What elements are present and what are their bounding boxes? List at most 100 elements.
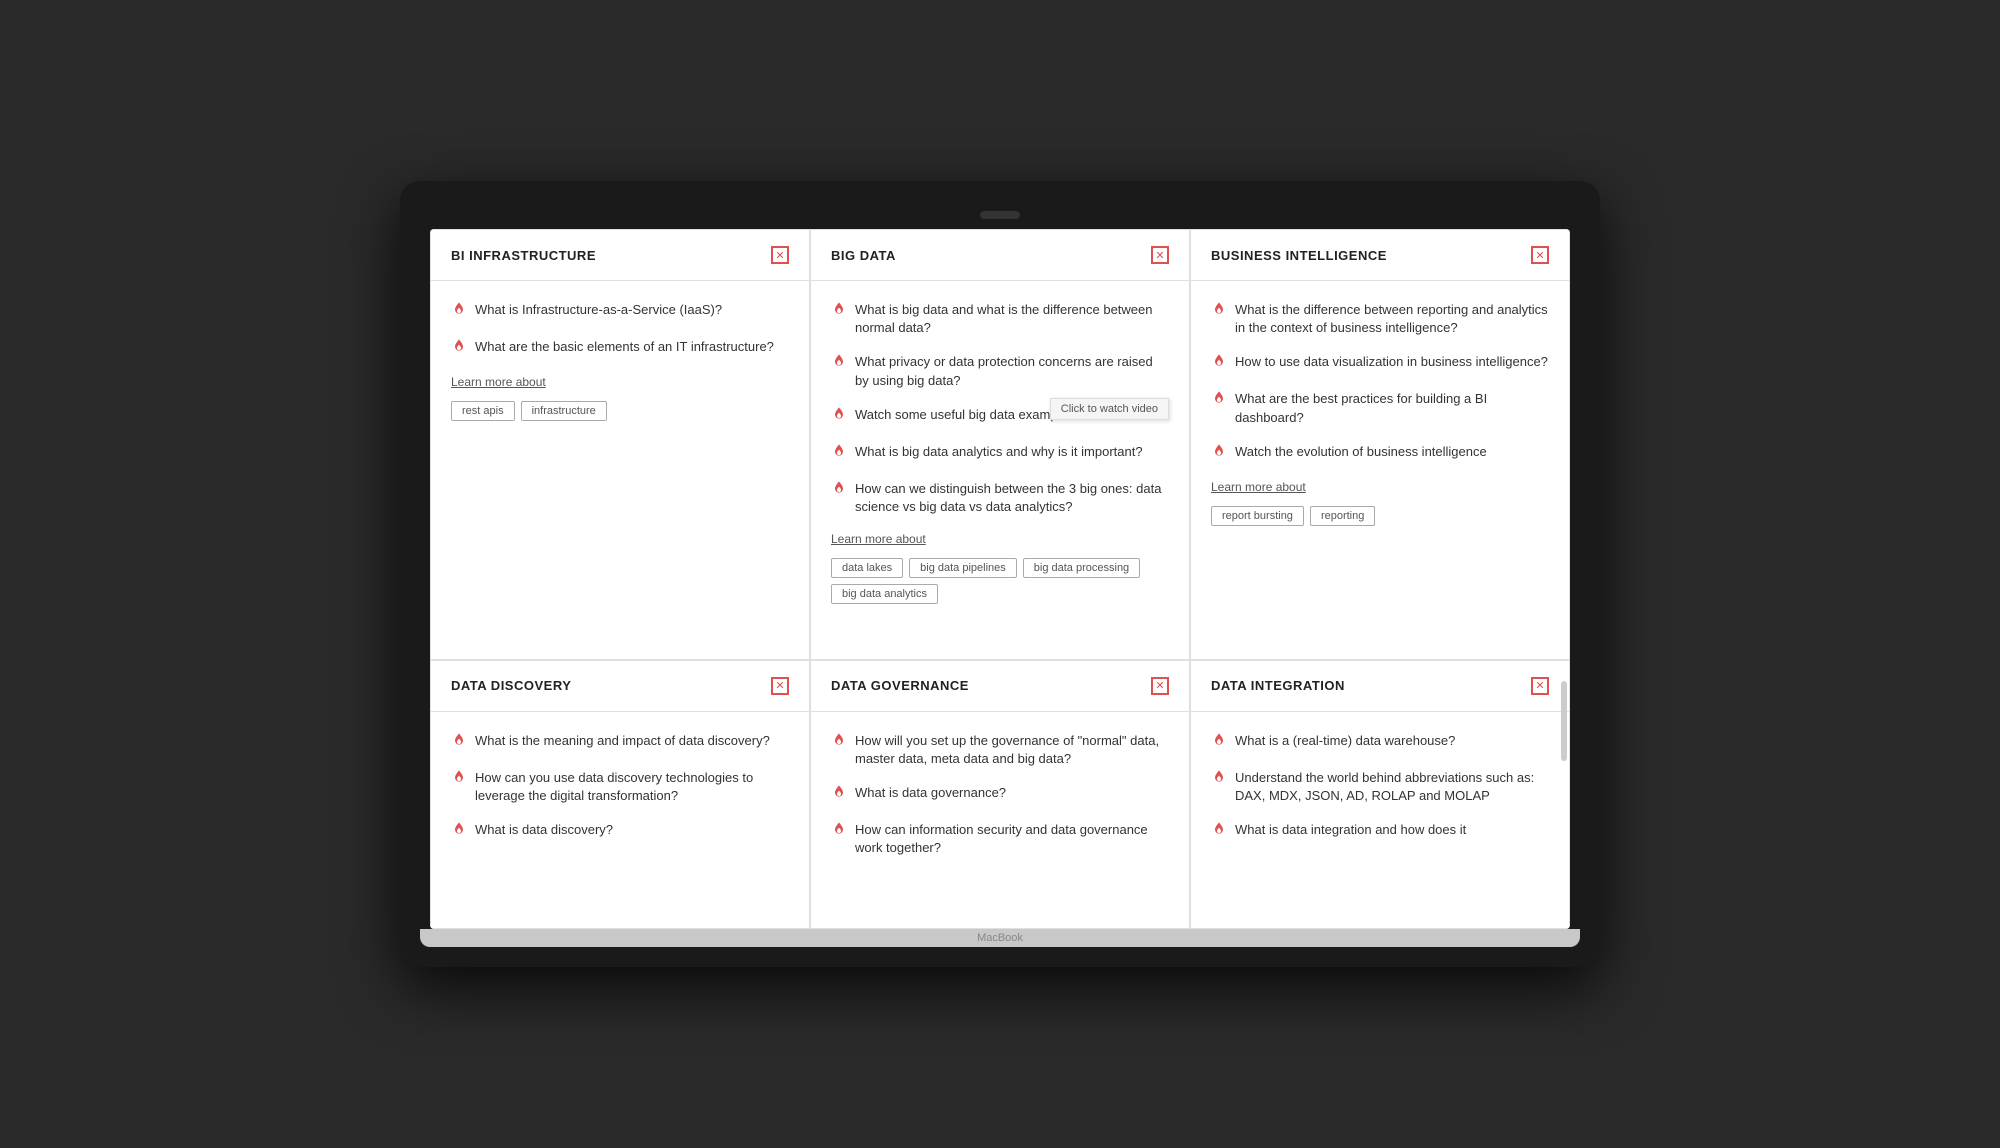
learn-more-link[interactable]: Learn more about [831,532,1169,546]
close-button-bi-infrastructure[interactable]: ✕ [771,246,789,264]
question-item[interactable]: How can you use data discovery technolog… [451,769,789,805]
panel-title-data-discovery: DATA DISCOVERY [451,678,571,693]
question-text: How to use data visualization in busines… [1235,353,1548,371]
fire-icon [1211,443,1227,464]
panel-data-governance: DATA GOVERNANCE ✕ How will you set up the… [810,660,1190,929]
fire-icon [1211,732,1227,753]
question-item[interactable]: What is data governance? [831,784,1169,805]
fire-icon [1211,821,1227,842]
tag[interactable]: infrastructure [521,401,607,421]
panel-title-bi-infrastructure: BI INFRASTRUCTURE [451,248,596,263]
fire-icon [1211,769,1227,790]
question-text: How will you set up the governance of "n… [855,732,1169,768]
panel-bi-infrastructure: BI INFRASTRUCTURE ✕ What is Infrastructur… [430,229,810,660]
panel-body-data-integration: What is a (real-time) data warehouse? Un… [1191,712,1569,928]
laptop-notch [980,211,1020,219]
panel-header-data-integration: DATA INTEGRATION ✕ [1191,661,1569,712]
panel-body-business-intelligence: What is the difference between reporting… [1191,281,1569,659]
fire-icon [831,480,847,501]
question-text: What privacy or data protection concerns… [855,353,1169,389]
question-text: What is data integration and how does it [1235,821,1466,839]
question-item[interactable]: Watch the evolution of business intellig… [1211,443,1549,464]
fire-icon [451,732,467,753]
question-item[interactable]: Understand the world behind abbreviation… [1211,769,1549,805]
question-text: What are the best practices for building… [1235,390,1549,426]
tag[interactable]: big data pipelines [909,558,1017,578]
tag[interactable]: big data analytics [831,584,938,604]
fire-icon [1211,353,1227,374]
tags-container: data lakes big data pipelines big data pro… [831,558,1169,604]
question-item[interactable]: How can we distinguish between the 3 big… [831,480,1169,516]
question-item[interactable]: What are the best practices for building… [1211,390,1549,426]
tag[interactable]: big data processing [1023,558,1140,578]
panel-header-data-governance: DATA GOVERNANCE ✕ [811,661,1189,712]
question-item[interactable]: What is big data analytics and why is it… [831,443,1169,464]
close-button-data-governance[interactable]: ✕ [1151,677,1169,695]
question-item[interactable]: What is Infrastructure-as-a-Service (Iaa… [451,301,789,322]
fire-icon [831,301,847,322]
panel-data-integration: DATA INTEGRATION ✕ What is a (real-time) … [1190,660,1570,929]
fire-icon [1211,301,1227,322]
panel-body-bi-infrastructure: What is Infrastructure-as-a-Service (Iaa… [431,281,809,659]
question-item[interactable]: What is big data and what is the differe… [831,301,1169,337]
panel-business-intelligence: BUSINESS INTELLIGENCE ✕ What is the diffe… [1190,229,1570,660]
question-text: How can information security and data go… [855,821,1169,857]
question-text: How can you use data discovery technolog… [475,769,789,805]
question-item[interactable]: What is the meaning and impact of data d… [451,732,789,753]
fire-icon [831,784,847,805]
laptop-screen: BI INFRASTRUCTURE ✕ What is Infrastructur… [430,229,1570,929]
panel-data-discovery: DATA DISCOVERY ✕ What is the meaning and … [430,660,810,929]
close-button-business-intelligence[interactable]: ✕ [1531,246,1549,264]
panel-body-data-discovery: What is the meaning and impact of data d… [431,712,809,928]
question-text: What is big data and what is the differe… [855,301,1169,337]
question-item[interactable]: What are the basic elements of an IT inf… [451,338,789,359]
question-text: What is the meaning and impact of data d… [475,732,770,750]
fire-icon [831,732,847,753]
question-item[interactable]: What is a (real-time) data warehouse? [1211,732,1549,753]
panel-title-business-intelligence: BUSINESS INTELLIGENCE [1211,248,1387,263]
tag[interactable]: data lakes [831,558,903,578]
tag[interactable]: reporting [1310,506,1375,526]
tag[interactable]: rest apis [451,401,515,421]
fire-icon [831,443,847,464]
screen-content: BI INFRASTRUCTURE ✕ What is Infrastructur… [430,229,1570,929]
panel-title-data-integration: DATA INTEGRATION [1211,678,1345,693]
question-text: Watch the evolution of business intellig… [1235,443,1487,461]
question-item[interactable]: How to use data visualization in busines… [1211,353,1549,374]
question-item[interactable]: What privacy or data protection concerns… [831,353,1169,389]
question-item[interactable]: What is the difference between reporting… [1211,301,1549,337]
panel-header-big-data: BIG DATA ✕ [811,230,1189,281]
learn-more-link[interactable]: Learn more about [1211,480,1549,494]
question-item[interactable]: What is data discovery? [451,821,789,842]
question-text: What is Infrastructure-as-a-Service (Iaa… [475,301,722,319]
question-text: What is big data analytics and why is it… [855,443,1143,461]
fire-icon [831,406,847,427]
question-text: What is data discovery? [475,821,613,839]
laptop-base [420,929,1580,947]
fire-icon [451,821,467,842]
fire-icon [451,338,467,359]
panel-header-data-discovery: DATA DISCOVERY ✕ [431,661,809,712]
question-text: What is the difference between reporting… [1235,301,1549,337]
tags-container: rest apis infrastructure [451,401,789,421]
close-button-data-discovery[interactable]: ✕ [771,677,789,695]
question-text: What are the basic elements of an IT inf… [475,338,774,356]
question-text: What is a (real-time) data warehouse? [1235,732,1455,750]
tag[interactable]: report bursting [1211,506,1304,526]
tooltip-click-to-watch: Click to watch video [1050,398,1169,420]
question-text: Understand the world behind abbreviation… [1235,769,1549,805]
close-button-data-integration[interactable]: ✕ [1531,677,1549,695]
close-button-big-data[interactable]: ✕ [1151,246,1169,264]
question-item[interactable]: What is data integration and how does it [1211,821,1549,842]
scrollbar[interactable] [1561,681,1567,761]
question-text: How can we distinguish between the 3 big… [855,480,1169,516]
question-item[interactable]: How will you set up the governance of "n… [831,732,1169,768]
learn-more-link[interactable]: Learn more about [451,375,789,389]
panel-title-data-governance: DATA GOVERNANCE [831,678,969,693]
panel-body-big-data: What is big data and what is the differe… [811,281,1189,659]
fire-icon [1211,390,1227,411]
panel-body-data-governance: How will you set up the governance of "n… [811,712,1189,928]
fire-icon [451,301,467,322]
panel-title-big-data: BIG DATA [831,248,896,263]
question-item[interactable]: How can information security and data go… [831,821,1169,857]
